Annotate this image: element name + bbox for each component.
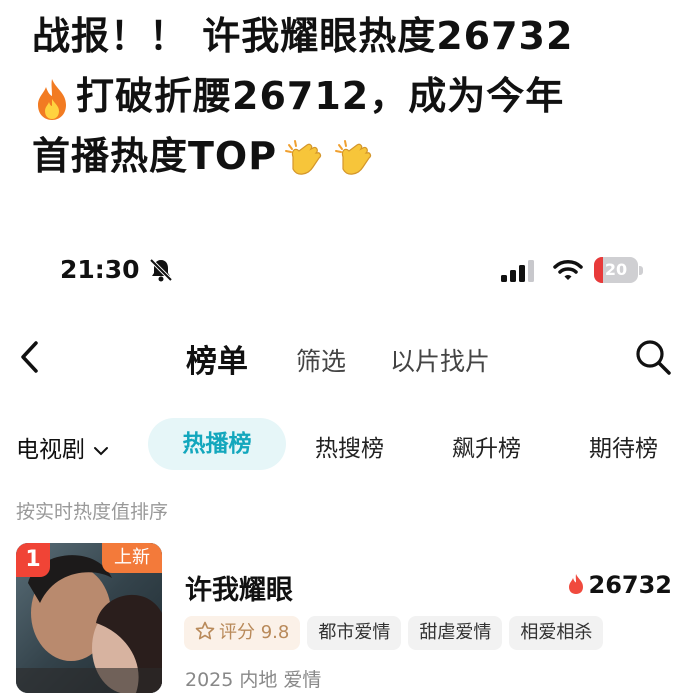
headline-line-1: 战报！！ 许我耀眼热度26732	[32, 14, 574, 58]
poster-image[interactable]: 1 上新	[16, 543, 162, 693]
new-badge: 上新	[102, 543, 162, 573]
search-icon[interactable]	[634, 338, 672, 376]
score-tag: 评分 9.8	[184, 616, 301, 650]
tab-filter[interactable]: 筛选	[296, 342, 346, 378]
category-bar: 电视剧 热播榜 热搜榜 飙升榜 期待榜	[0, 418, 690, 472]
show-meta: 2025 内地 爱情	[185, 669, 322, 691]
battery-level: 20	[604, 260, 628, 279]
rank-badge: 1	[16, 543, 50, 577]
headline-line-3-text: 首播热度TOP	[32, 134, 278, 178]
heat-value: 26732	[567, 571, 673, 599]
category-selected: 电视剧	[16, 437, 85, 463]
battery-cap	[639, 266, 643, 275]
clapping-hands-emoji-icon	[285, 139, 322, 175]
tab-find-by-show[interactable]: 以片找片	[390, 342, 490, 378]
show-title[interactable]: 许我耀眼	[185, 568, 293, 607]
top-nav: 榜单 筛选 以片找片	[0, 330, 690, 386]
headline-line-2-text: 打破折腰26712，成为今年	[76, 74, 565, 118]
tab-hot-play[interactable]: 热播榜	[148, 418, 286, 470]
battery-icon: 20	[594, 257, 644, 283]
star-icon	[195, 621, 215, 640]
tab-hot-search[interactable]: 热搜榜	[315, 429, 384, 463]
category-dropdown[interactable]: 电视剧	[16, 430, 109, 464]
tab-anticipated[interactable]: 期待榜	[589, 429, 658, 463]
heat-number: 26732	[588, 571, 673, 599]
clapping-hands-emoji-icon	[335, 139, 372, 175]
chevron-left-icon[interactable]	[14, 338, 44, 376]
wifi-icon	[553, 260, 583, 280]
tab-ranking[interactable]: 榜单	[186, 336, 248, 381]
list-item[interactable]: 1 上新 许我耀眼 26732 评分 9.8 都市爱情 甜虐爱情 相爱相杀 2025 …	[0, 543, 690, 693]
sort-hint: 按实时热度值排序	[16, 501, 169, 523]
genre-tag[interactable]: 甜虐爱情	[408, 616, 503, 650]
bell-slash-icon	[149, 258, 173, 282]
fire-emoji-icon	[38, 78, 66, 120]
headline: 战报！！ 许我耀眼热度26732 打破折腰26712，成为今年 首播热度TOP	[32, 6, 672, 186]
status-bar: 21:30 20	[0, 255, 690, 291]
genre-tag[interactable]: 相爱相杀	[509, 616, 604, 650]
flame-icon	[568, 574, 583, 594]
signal-icon	[501, 260, 534, 282]
headline-line-3: 首播热度TOP	[32, 126, 672, 186]
chevron-down-icon	[94, 446, 108, 455]
headline-line-2: 打破折腰26712，成为今年	[32, 66, 672, 126]
battery-body: 20	[594, 257, 638, 283]
status-time: 21:30	[60, 255, 140, 284]
tag-row: 评分 9.8 都市爱情 甜虐爱情 相爱相杀	[184, 616, 610, 652]
genre-tag[interactable]: 都市爱情	[307, 616, 402, 650]
score-text: 评分 9.8	[219, 622, 290, 643]
tab-rising[interactable]: 飙升榜	[452, 429, 521, 463]
